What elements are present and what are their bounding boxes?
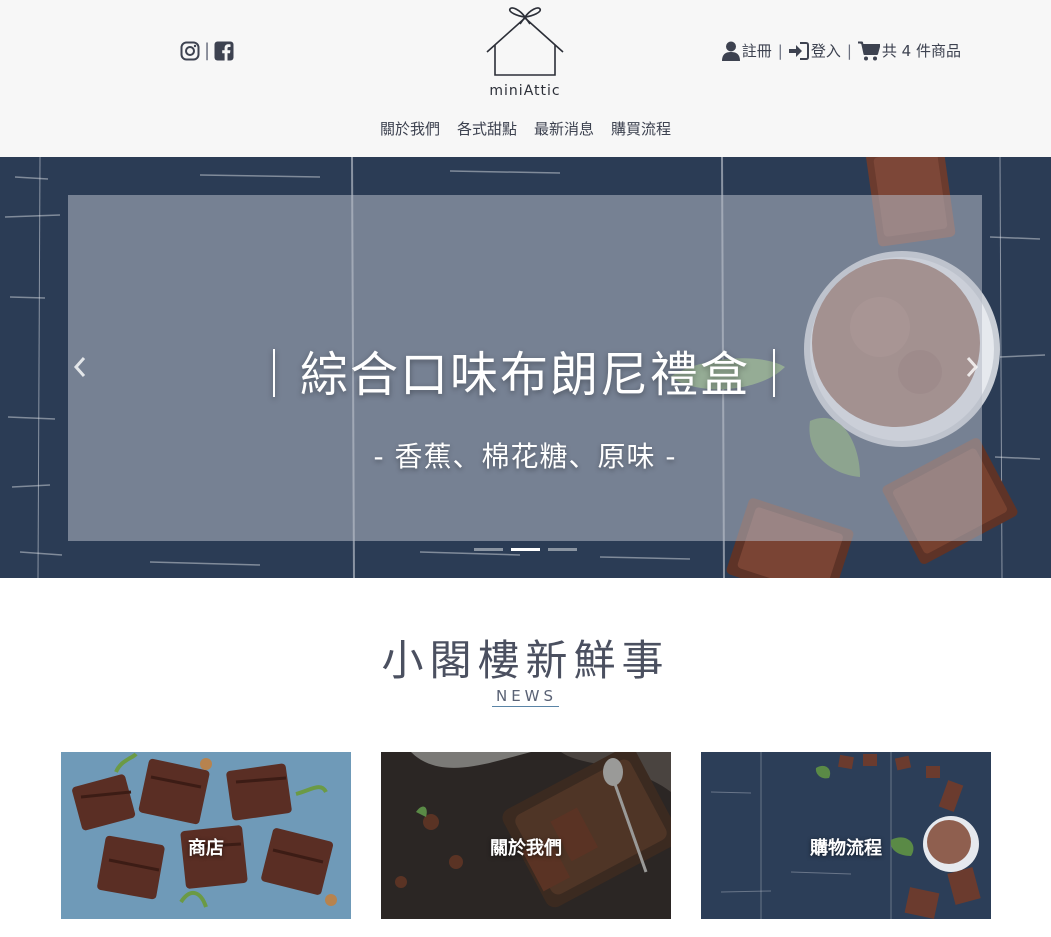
login-link[interactable]: 登入 bbox=[788, 40, 841, 61]
carousel-indicators bbox=[474, 548, 577, 551]
card-shop[interactable]: 商店 bbox=[61, 752, 351, 919]
instagram-icon[interactable] bbox=[180, 41, 200, 61]
cart-label: 共 4 件商品 bbox=[881, 42, 961, 60]
register-link[interactable]: 註冊 bbox=[721, 40, 772, 61]
carousel-indicator[interactable] bbox=[474, 548, 503, 551]
social-separator: | bbox=[204, 40, 211, 61]
shopping-cart-icon bbox=[857, 41, 880, 61]
hero-caption-panel: ｜綜合口味布朗尼禮盒｜ - 香蕉、棉花糖、原味 - bbox=[68, 195, 982, 541]
news-section-title: 小閣樓新鮮事 bbox=[381, 636, 670, 685]
register-label: 註冊 bbox=[741, 42, 772, 60]
card-about[interactable]: 關於我們 bbox=[381, 752, 671, 919]
site-header: | miniAttic 註冊 | 登入 | 共 4 件商品 關於我們 各式甜點 … bbox=[0, 0, 1051, 157]
chevron-left-icon bbox=[73, 357, 86, 377]
carousel-prev-button[interactable] bbox=[68, 353, 92, 381]
account-links: 註冊 | 登入 | 共 4 件商品 bbox=[721, 40, 961, 61]
card-label: 關於我們 bbox=[490, 838, 562, 859]
nav-item-news[interactable]: 最新消息 bbox=[534, 118, 594, 139]
hero-carousel: ｜綜合口味布朗尼禮盒｜ - 香蕉、棉花糖、原味 - bbox=[0, 157, 1051, 578]
logo-text: miniAttic bbox=[489, 83, 561, 99]
nav-item-purchase-process[interactable]: 購買流程 bbox=[611, 118, 671, 139]
sign-in-icon bbox=[788, 41, 809, 60]
facebook-icon[interactable] bbox=[214, 41, 234, 61]
nav-item-about[interactable]: 關於我們 bbox=[380, 118, 440, 139]
cart-link[interactable]: 共 4 件商品 bbox=[857, 40, 961, 61]
card-label: 購物流程 bbox=[810, 838, 882, 859]
social-links: | bbox=[180, 40, 234, 61]
main-nav: 關於我們 各式甜點 最新消息 購買流程 bbox=[0, 118, 1051, 139]
account-separator: | bbox=[777, 41, 783, 60]
card-label: 商店 bbox=[188, 838, 224, 859]
carousel-indicator-active[interactable] bbox=[511, 548, 540, 551]
hero-subtitle: - 香蕉、棉花糖、原味 - bbox=[373, 440, 677, 473]
news-subtitle-text: NEWS bbox=[491, 687, 560, 707]
carousel-next-button[interactable] bbox=[960, 353, 984, 381]
account-separator: | bbox=[846, 41, 852, 60]
card-purchase-process[interactable]: 購物流程 bbox=[701, 752, 991, 919]
carousel-indicator[interactable] bbox=[548, 548, 577, 551]
login-label: 登入 bbox=[810, 42, 841, 60]
site-logo[interactable]: miniAttic bbox=[480, 4, 570, 100]
chevron-right-icon bbox=[966, 357, 979, 377]
news-cards: 商店 關於我們 購物流程 bbox=[61, 752, 991, 919]
nav-item-desserts[interactable]: 各式甜點 bbox=[457, 118, 517, 139]
hero-title: ｜綜合口味布朗尼禮盒｜ bbox=[249, 347, 800, 403]
news-section-subtitle: NEWS bbox=[0, 686, 1051, 707]
user-icon bbox=[721, 41, 740, 61]
